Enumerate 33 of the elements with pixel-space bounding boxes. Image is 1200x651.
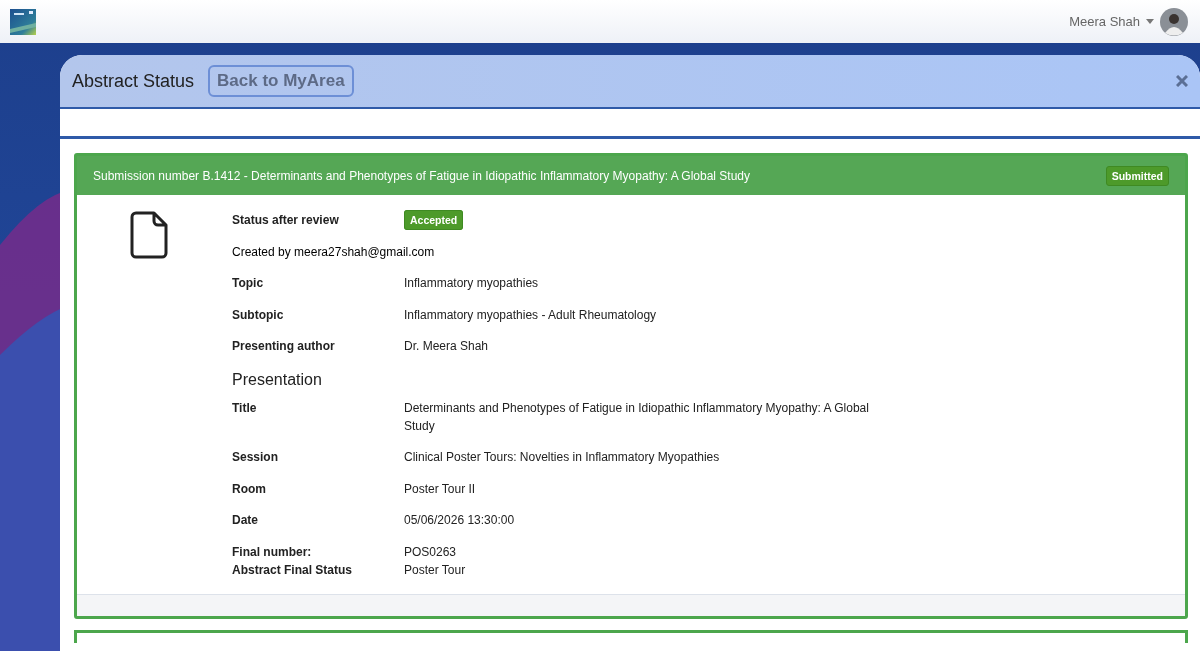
status-badge: Accepted bbox=[404, 210, 464, 230]
field-label: Final number: bbox=[232, 543, 313, 561]
field-value: Inflammatory myopathies bbox=[404, 275, 540, 292]
field-label: Session bbox=[232, 449, 280, 466]
close-icon bbox=[1176, 75, 1188, 87]
user-name[interactable]: Meera Shah bbox=[1069, 14, 1140, 29]
back-button[interactable]: Back to MyArea bbox=[208, 65, 354, 97]
field-value: Clinical Poster Tours: Novelties in Inflammatory Myopathies bbox=[404, 449, 721, 466]
document-icon bbox=[130, 211, 168, 259]
close-button[interactable] bbox=[1176, 75, 1188, 87]
field-value: Dr. Meera Shah bbox=[404, 338, 490, 355]
submission-heading: Submission number B.1412 - Determinants and Phenotypes of Fatigue in Idiopathic Inflammatory Myopathy: A Global Study bbox=[93, 168, 751, 183]
field-label: Subtopic bbox=[232, 306, 285, 324]
field-value: Determinants and Phenotypes of Fatigue in Idiopathic Inflammatory Myopathy: A Global Study bbox=[404, 399, 870, 435]
field-value: POS0263 bbox=[404, 543, 458, 561]
field-value: 05/06/2026 13:30:00 bbox=[404, 512, 516, 529]
field-label: Title bbox=[232, 399, 258, 417]
field-value: Poster Tour bbox=[404, 561, 467, 579]
section-title: Presentation bbox=[232, 370, 323, 389]
modal-title: Abstract Status bbox=[72, 70, 195, 92]
field-label: Topic bbox=[232, 275, 265, 292]
field-label: Date bbox=[232, 512, 259, 529]
field-value: Inflammatory myopathies - Adult Rheumatology bbox=[404, 306, 658, 324]
caret-icon[interactable] bbox=[1146, 19, 1154, 24]
field-label: Room bbox=[232, 480, 267, 498]
field-value: Poster Tour II bbox=[404, 480, 477, 498]
status-badge: Submitted bbox=[1105, 165, 1169, 186]
created-by-text: Created by meera27shah@gmail.com bbox=[232, 243, 436, 261]
avatar-icon[interactable] bbox=[1160, 7, 1188, 36]
field-label: Abstract Final Status bbox=[232, 561, 354, 579]
logo-icon[interactable] bbox=[10, 8, 36, 35]
field-label: Status after review bbox=[232, 212, 340, 229]
field-label: Presenting author bbox=[232, 338, 336, 355]
